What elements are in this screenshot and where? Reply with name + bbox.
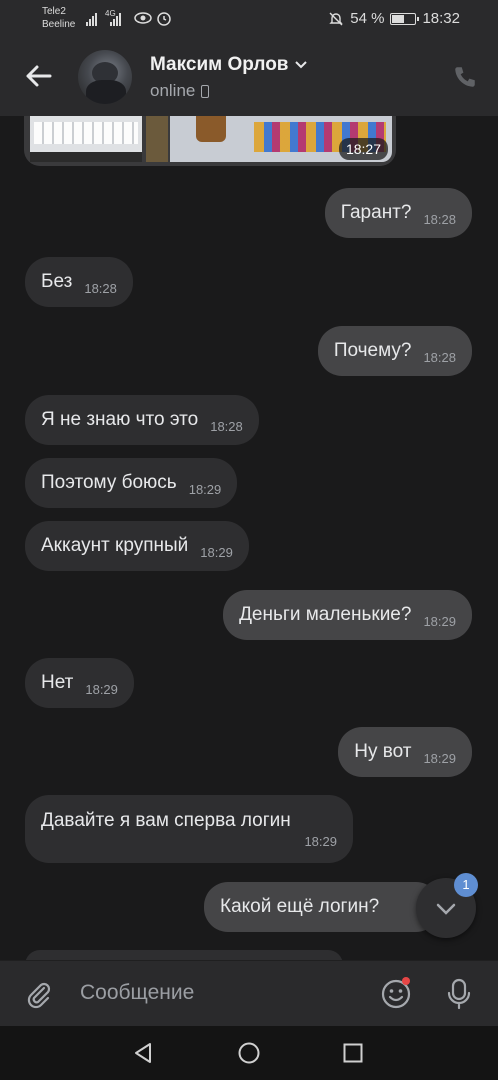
notification-dot — [402, 977, 410, 985]
message-time: 18:29 — [188, 481, 222, 497]
message-time: 18:28 — [84, 280, 117, 296]
clock: 18:32 — [422, 10, 460, 27]
mobile-icon — [201, 84, 210, 98]
battery-percent: 54 % — [350, 10, 385, 27]
unread-badge: 1 — [454, 873, 478, 897]
avatar[interactable] — [78, 50, 132, 104]
message-text: Какой ещё логин? — [220, 896, 380, 917]
microphone-icon[interactable] — [444, 977, 474, 1011]
contact-name: Максим Орлов — [150, 54, 289, 75]
alarm-icon — [157, 12, 171, 26]
status-text: online — [150, 81, 196, 100]
carrier-names: Tele2 Beeline — [42, 5, 75, 31]
message-text: Гарант? — [340, 202, 412, 223]
message-time: 18:28 — [423, 211, 456, 227]
message-bubble[interactable]: Деньги маленькие? 18:29 — [223, 590, 472, 640]
message-bubble[interactable] — [25, 950, 343, 960]
message-bubble[interactable]: Без 18:28 — [25, 257, 133, 307]
eye-icon — [134, 12, 152, 24]
nav-home-icon[interactable] — [238, 1042, 260, 1064]
chevron-down-icon — [295, 61, 308, 69]
message-time: 18:29 — [423, 750, 456, 766]
message-bubble[interactable]: Какой ещё логин? — [204, 882, 440, 932]
message-time: 18:28 — [210, 418, 243, 434]
nav-recents-icon[interactable] — [343, 1043, 363, 1063]
message-bubble[interactable]: Я не знаю что это 18:28 — [25, 395, 259, 445]
message-time: 18:28 — [423, 349, 456, 365]
image-thumbnail[interactable] — [30, 116, 142, 162]
contact-status: online — [150, 81, 210, 101]
message-bubble[interactable]: Ну вот 18:29 — [338, 727, 472, 777]
media-time: 18:27 — [338, 138, 388, 160]
message-text: Ну вот — [354, 741, 412, 762]
carrier-1: Tele2 — [42, 6, 66, 17]
message-time: 18:29 — [85, 681, 118, 697]
message-list[interactable]: 18:27 Гарант? 18:28 Без 18:28 Почему? 18… — [0, 116, 498, 960]
message-bubble[interactable]: Поэтому боюсь 18:29 — [25, 458, 238, 508]
message-text: Почему? — [333, 340, 412, 361]
battery-icon — [390, 12, 420, 25]
message-text: Деньги маленькие? — [239, 604, 412, 625]
image-thumbnail[interactable] — [146, 116, 168, 162]
message-bubble[interactable]: Гарант? 18:28 — [324, 188, 472, 238]
message-text: Аккаунт крупный — [41, 535, 189, 556]
message-time: 18:29 — [423, 613, 456, 629]
status-bar: Tele2 Beeline 4G 54 % 18:32 — [0, 0, 498, 38]
message-text: Я не знаю что это — [41, 409, 199, 430]
message-bubble[interactable]: Давайте я вам сперва логин 18:29 — [25, 795, 353, 863]
status-right: 54 % 18:32 — [328, 10, 460, 27]
paperclip-icon[interactable] — [24, 979, 54, 1009]
message-text: Без — [41, 271, 73, 292]
nav-back-icon[interactable] — [132, 1042, 154, 1064]
arrow-left-icon[interactable] — [22, 60, 54, 92]
message-bubble[interactable]: Почему? 18:28 — [317, 326, 472, 376]
message-text: Нет — [41, 672, 74, 693]
message-input[interactable]: Сообщение — [80, 981, 194, 1005]
message-time: 18:29 — [304, 833, 337, 849]
network-type: 4G — [105, 9, 116, 18]
chat-header: Максим Орлов online — [0, 38, 498, 116]
message-bubble[interactable]: Аккаунт крупный 18:29 — [25, 521, 249, 571]
system-nav-bar — [0, 1026, 498, 1080]
message-bubble[interactable]: Нет 18:29 — [25, 658, 134, 708]
message-text: Поэтому боюсь — [41, 472, 177, 493]
phone-icon[interactable] — [452, 64, 478, 90]
contact-name-button[interactable]: Максим Орлов — [150, 54, 308, 76]
carrier-2: Beeline — [42, 19, 76, 30]
composer: Сообщение — [0, 960, 498, 1026]
media-message[interactable]: 18:27 — [24, 116, 396, 166]
mute-icon — [329, 12, 343, 25]
message-text: Давайте я вам сперва логин — [41, 809, 291, 831]
message-time: 18:29 — [200, 544, 233, 560]
